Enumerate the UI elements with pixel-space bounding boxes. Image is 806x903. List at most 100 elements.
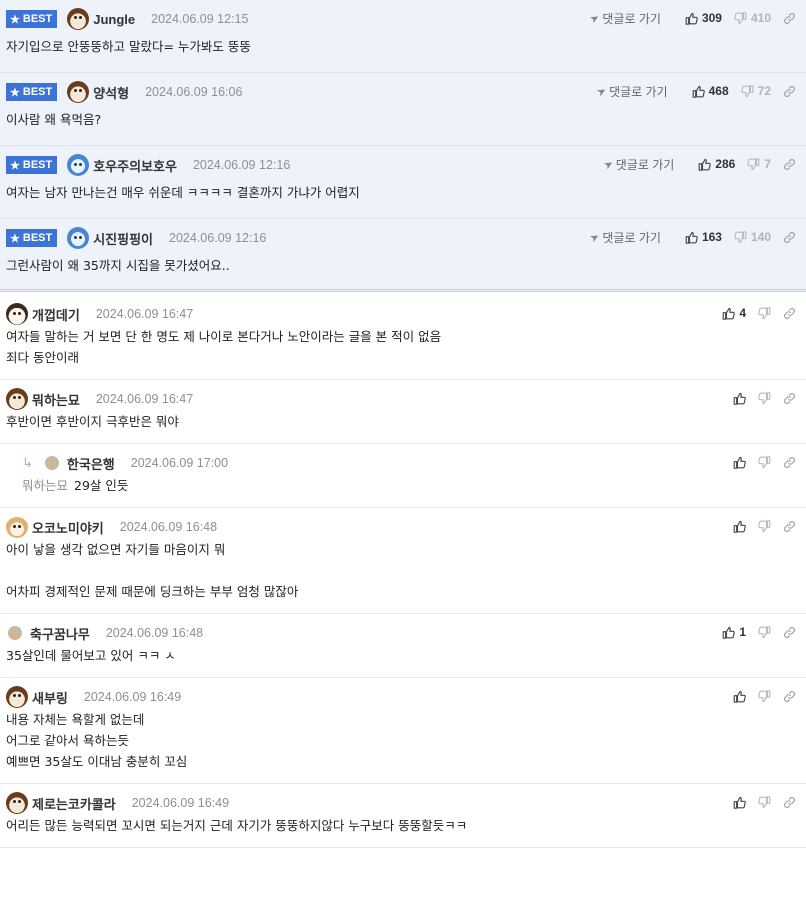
copy-link-button[interactable] [783, 690, 796, 703]
comment-text: 뭐하는묘 29살 인듯 [22, 475, 796, 496]
dislike-button[interactable] [758, 689, 771, 703]
copy-link-button[interactable] [783, 158, 796, 171]
like-button[interactable]: 1 [722, 625, 746, 639]
comment-text: 여자들 말하는 거 보면 단 한 명도 제 나이로 본다거나 노안이라는 글을 … [6, 326, 796, 368]
like-button[interactable]: 309 [685, 11, 722, 25]
comment-line-text: 어리든 많든 능력되면 꼬시면 되는거지 근데 자기가 뚱뚱하지않다 누구보다 … [6, 818, 468, 833]
comment-line: 여자들 말하는 거 보면 단 한 명도 제 나이로 본다거나 노안이라는 글을 … [6, 326, 796, 347]
avatar[interactable] [6, 303, 28, 325]
comment-date: 2024.06.09 12:15 [151, 12, 249, 26]
avatar[interactable] [67, 227, 90, 249]
dislike-count: 410 [750, 11, 771, 25]
goto-comment-button[interactable]: ➤ 댓글로 가기 [601, 156, 674, 173]
copy-link-button[interactable] [783, 456, 796, 469]
avatar[interactable] [67, 154, 90, 176]
star-icon: ★ [10, 13, 20, 26]
like-button[interactable]: 4 [722, 306, 746, 320]
copy-link-button[interactable] [783, 796, 796, 809]
like-button[interactable] [733, 456, 746, 469]
comment-actions [721, 388, 796, 408]
avatar[interactable] [44, 456, 59, 470]
dislike-button[interactable]: 140 [734, 230, 771, 244]
like-button[interactable] [733, 520, 746, 533]
author-nickname[interactable]: 개껍데기 [32, 305, 80, 324]
copy-link-button[interactable] [783, 307, 796, 320]
dislike-button[interactable]: 72 [740, 84, 771, 98]
send-arrow-icon: ➤ [594, 83, 609, 99]
author-nickname[interactable]: 양석형 [93, 83, 129, 102]
like-count: 309 [701, 11, 722, 25]
like-button[interactable] [733, 690, 746, 703]
avatar[interactable] [6, 516, 28, 538]
author-nickname[interactable]: 뭐하는묘 [32, 390, 80, 409]
best-badge: ★ BEST [6, 10, 58, 28]
comment-date: 2024.06.09 16:47 [95, 392, 194, 406]
avatar[interactable] [8, 626, 22, 640]
comment-header: 개껍데기 2024.06.09 16:47 [6, 303, 193, 325]
dislike-button[interactable] [758, 391, 771, 405]
author-nickname[interactable]: 시진핑핑이 [93, 229, 153, 248]
thumbs-down-icon [758, 391, 771, 405]
dislike-button[interactable] [758, 455, 771, 469]
goto-comment-button[interactable]: ➤ 댓글로 가기 [588, 229, 661, 246]
author-nickname[interactable]: 오코노미야키 [32, 518, 104, 537]
dislike-button[interactable] [758, 306, 771, 320]
thumbs-up-icon [698, 158, 712, 171]
dislike-button[interactable] [758, 625, 771, 639]
like-button[interactable]: 286 [698, 157, 735, 171]
comment-text: 35살인데 물어보고 있어 ㅋㅋ ㅅ [6, 645, 796, 666]
dislike-count: 72 [757, 84, 771, 98]
copy-link-button[interactable] [783, 12, 796, 25]
like-button[interactable]: 163 [685, 230, 722, 244]
copy-link-button[interactable] [783, 231, 796, 244]
copy-link-button[interactable] [783, 520, 796, 533]
reply-mention[interactable]: 뭐하는묘 [22, 478, 68, 493]
dislike-button[interactable] [758, 519, 771, 533]
comment-text: 후반이면 후반이지 극후반은 뭐야 [6, 411, 796, 432]
copy-link-button[interactable] [783, 626, 796, 639]
thumbs-down-icon [734, 11, 747, 25]
comment-header: 뭐하는묘 2024.06.09 16:47 [6, 388, 193, 410]
dislike-button[interactable]: 410 [734, 11, 771, 25]
dislike-button[interactable]: 7 [747, 157, 771, 171]
comment-line-text: 35살인데 물어보고 있어 ㅋㅋ ㅅ [6, 648, 176, 663]
like-button[interactable]: 468 [692, 84, 729, 98]
best-label: BEST [22, 232, 53, 244]
author-nickname[interactable]: 새부링 [32, 688, 68, 707]
goto-comment-button[interactable]: ➤ 댓글로 가기 [594, 83, 668, 100]
link-icon [783, 626, 796, 639]
avatar[interactable] [6, 388, 28, 410]
avatar[interactable] [6, 686, 28, 708]
author-nickname[interactable]: 한국은행 [67, 454, 115, 473]
best-badge: ★ BEST [6, 156, 58, 174]
comment-date: 2024.06.09 16:47 [95, 307, 194, 321]
goto-comment-button[interactable]: ➤ 댓글로 가기 [588, 10, 661, 27]
comment-line: 아이 낳을 생각 없으면 자기들 마음이지 뭐 [6, 539, 796, 560]
comment-line-text: 29살 인듯 [74, 478, 129, 493]
copy-link-button[interactable] [783, 85, 796, 98]
copy-link-button[interactable] [783, 392, 796, 405]
like-button[interactable] [733, 796, 746, 809]
link-icon [783, 456, 796, 469]
avatar[interactable] [67, 8, 90, 30]
author-nickname[interactable]: 호우주의보호우 [93, 156, 177, 175]
dislike-count: 140 [750, 230, 771, 244]
comment-actions: ➤ 댓글로 가기 468 72 [594, 81, 796, 101]
author-nickname[interactable]: 축구꿈나무 [30, 624, 90, 643]
best-comment: ★ BEST 양석형 2024.06.09 16:06 ➤ 댓글로 가기 468 72 이사람 … [0, 73, 806, 146]
avatar[interactable] [67, 81, 90, 103]
thumbs-up-icon [733, 392, 746, 405]
thumbs-up-icon [722, 626, 736, 639]
comment-actions [721, 516, 796, 536]
comment-line-text: 여자들 말하는 거 보면 단 한 명도 제 나이로 본다거나 노안이라는 글을 … [6, 329, 442, 344]
author-nickname[interactable]: Jungle [93, 12, 135, 27]
thumbs-down-icon [758, 625, 771, 639]
avatar[interactable] [6, 792, 28, 814]
dislike-button[interactable] [758, 795, 771, 809]
thumbs-up-icon [722, 307, 736, 320]
comment-line: 내용 자체는 욕할게 없는데 [6, 709, 796, 730]
like-button[interactable] [733, 392, 746, 405]
link-icon [783, 85, 796, 98]
thumbs-up-icon [733, 520, 746, 533]
author-nickname[interactable]: 제로는코카콜라 [32, 794, 116, 813]
